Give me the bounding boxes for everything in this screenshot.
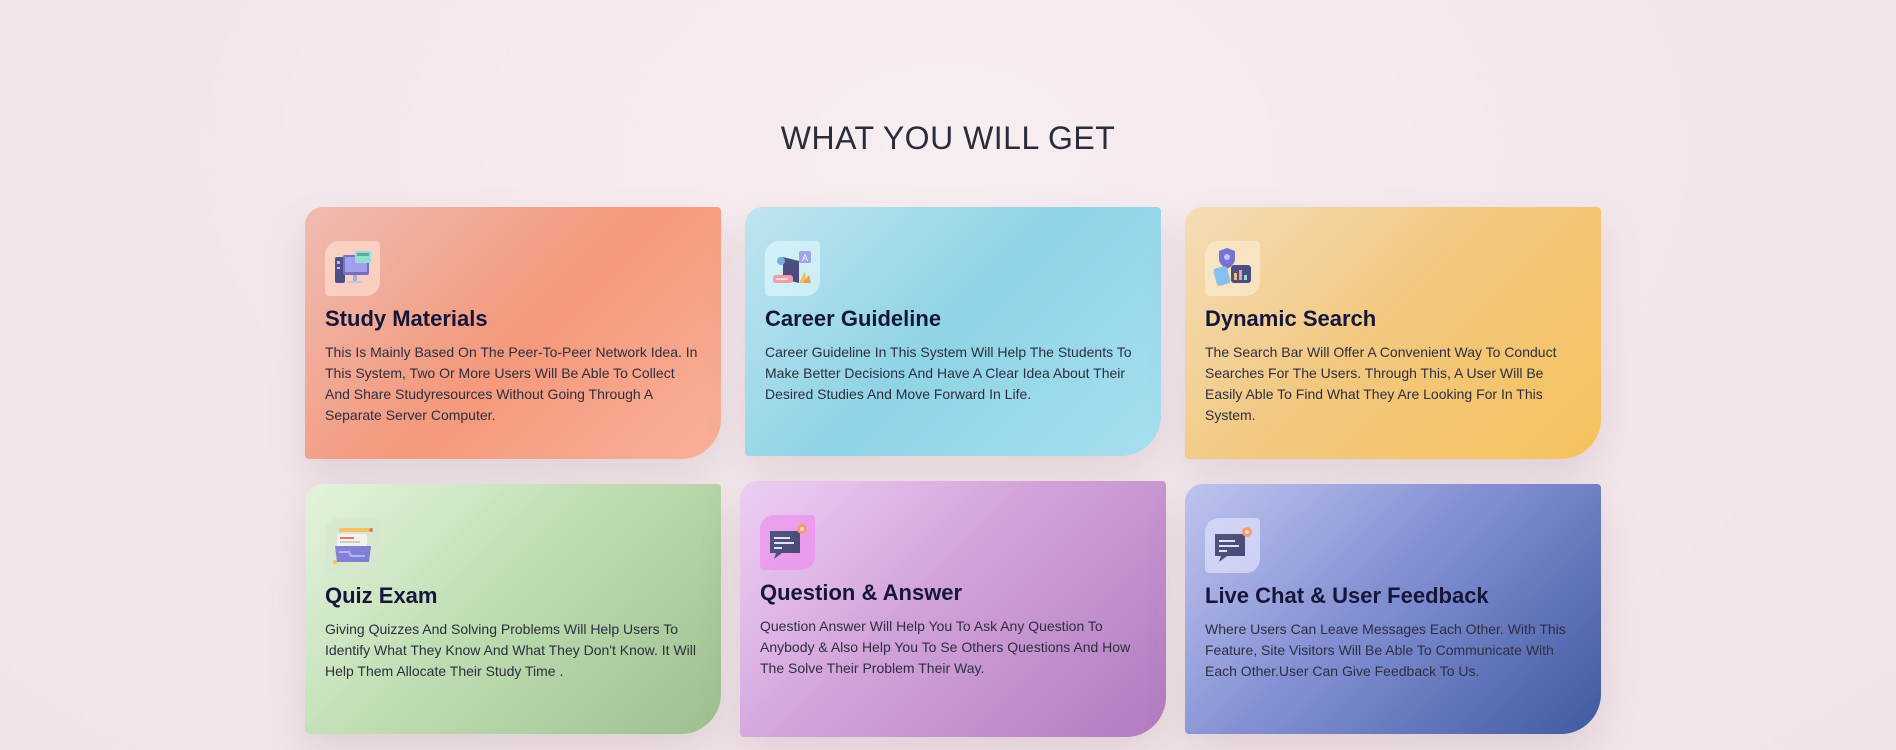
quiz-folder-icon (325, 518, 380, 573)
card-description: Giving Quizzes And Solving Problems Will… (325, 621, 696, 679)
feature-card-study-materials[interactable]: Study Materials This Is Mainly Based On … (305, 207, 721, 459)
feature-card-question-answer[interactable]: Question & Answer Question Answer Will H… (740, 481, 1166, 737)
card-description: Career Guideline In This System Will Hel… (765, 344, 1132, 402)
card-title: Dynamic Search (1205, 306, 1377, 331)
feature-card-dynamic-search[interactable]: Dynamic Search The Search Bar Will Offer… (1185, 207, 1601, 459)
card-title: Quiz Exam (325, 583, 438, 608)
section-title: WHAT YOU WILL GET (780, 120, 1116, 156)
card-title: Study Materials (325, 306, 488, 331)
feature-card-quiz-exam[interactable]: Quiz Exam Giving Quizzes And Solving Pro… (305, 484, 721, 734)
card-description: Where Users Can Leave Messages Each Othe… (1205, 621, 1566, 679)
card-description: Question Answer Will Help You To Ask Any… (760, 618, 1131, 676)
card-title: Career Guideline (765, 306, 942, 331)
graduation-guide-icon: A (765, 241, 820, 296)
computer-books-icon (325, 241, 380, 296)
svg-text:A: A (802, 253, 808, 263)
feature-card-live-chat[interactable]: Live Chat & User Feedback Where Users Ca… (1185, 484, 1601, 734)
card-title: Question & Answer (760, 580, 963, 605)
page: WHAT YOU WILL GET Study Materials This I… (0, 0, 1896, 750)
live-chat-icon (1205, 518, 1260, 573)
feature-card-career-guideline[interactable]: A Career Guideline Career Guideline In T… (745, 207, 1161, 456)
card-description: This Is Mainly Based On The Peer-To-Peer… (325, 344, 698, 423)
card-title: Live Chat & User Feedback (1205, 583, 1489, 608)
chat-bubble-icon (760, 515, 815, 570)
search-shield-icon (1205, 241, 1260, 296)
card-description: The Search Bar Will Offer A Convenient W… (1205, 344, 1557, 423)
